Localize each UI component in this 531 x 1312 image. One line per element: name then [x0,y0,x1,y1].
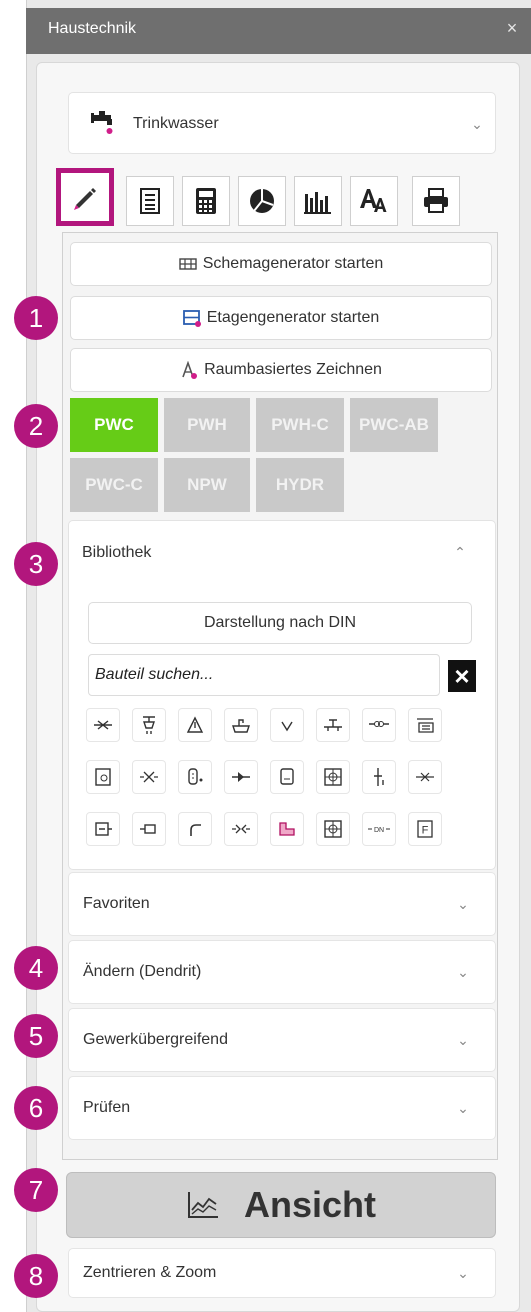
symbol-reducer-icon[interactable] [224,812,258,846]
etagengenerator-label: Etagengenerator starten [206,309,380,326]
pruefen-section[interactable]: Prüfen ⌄ [68,1076,496,1140]
close-button[interactable]: × [502,16,522,40]
callout-2: 2 [14,404,58,448]
svg-text:F: F [422,825,429,837]
symbol-pump-icon[interactable] [86,812,120,846]
etagengenerator-button[interactable]: Etagengenerator starten [70,296,492,340]
symbol-pressure-vessel-icon[interactable] [178,760,212,794]
raumbasiert-button[interactable]: Raumbasiertes Zeichnen [70,348,492,392]
chevron-down-icon: ⌄ [457,1032,469,1048]
tab-chart[interactable] [238,176,286,226]
symbol-separator-icon[interactable] [86,708,120,742]
callout-8: 8 [14,1254,58,1298]
symbol-shower-icon[interactable] [132,708,166,742]
zoom-label: Zentrieren & Zoom [83,1264,217,1281]
gewerk-section[interactable]: Gewerkübergreifend ⌄ [68,1008,496,1072]
aendern-section[interactable]: Ändern (Dendrit) ⌄ [68,940,496,1004]
symbol-plug-icon[interactable] [132,812,166,846]
tab-calculate[interactable] [182,176,230,226]
view-button[interactable]: Ansicht [66,1172,496,1238]
medium-chip-hydr[interactable]: HYDR [256,458,344,512]
callout-6: 6 [14,1086,58,1130]
favoriten-section[interactable]: Favoriten ⌄ [68,872,496,936]
chevron-down-icon: ⌄ [471,116,483,132]
schema-icon [179,258,197,270]
symbol-tap-icon[interactable] [316,708,350,742]
callout-4: 4 [14,946,58,990]
chevron-down-icon: ⌄ [457,896,469,912]
symbol-gate-valve-icon[interactable] [132,760,166,794]
bibliothek-title: Bibliothek [82,544,152,561]
symbol-riser-icon[interactable] [362,760,396,794]
faucet-icon [89,107,119,137]
aendern-label: Ändern (Dendrit) [83,963,202,980]
list-icon [140,188,160,214]
text-style-icon [360,189,387,212]
pencil-icon [74,188,96,210]
calculator-icon [196,188,216,214]
clear-search-button[interactable]: × [448,660,476,692]
window-title: Haustechnik [48,20,137,37]
bibliothek-header[interactable]: Bibliothek ⌃ [68,520,496,584]
medium-chip-pwc-ab[interactable]: PWC-AB [350,398,438,452]
symbol-cabinet-icon[interactable] [270,760,304,794]
symbol-inline-valve-icon[interactable] [408,760,442,794]
symbol-elbow-icon[interactable] [178,812,212,846]
chevron-down-icon: ⌄ [457,964,469,980]
tab-bars[interactable] [294,176,342,226]
system-dropdown-value: Trinkwasser [133,115,219,132]
pruefen-label: Prüfen [83,1099,131,1116]
tab-list[interactable] [126,176,174,226]
symbol-dn-icon[interactable]: DN [362,812,396,846]
pie-chart-icon [250,189,274,213]
callout-5: 5 [14,1014,58,1058]
chart-view-icon [187,1192,218,1218]
tab-print[interactable] [412,176,460,226]
chevron-down-icon: ⌄ [457,1265,469,1281]
chevron-up-icon: ⌃ [454,544,466,560]
callout-1: 1 [14,296,58,340]
symbol-meter-icon[interactable] [362,708,396,742]
raumbasiert-label: Raumbasiertes Zeichnen [204,361,382,378]
tab-text[interactable] [350,176,398,226]
zoom-dropdown[interactable]: Zentrieren & Zoom ⌄ [68,1248,496,1298]
symbol-distributor-icon[interactable] [316,812,350,846]
gewerk-label: Gewerkübergreifend [83,1031,228,1048]
callout-3: 3 [14,542,58,586]
symbol-grid-box-icon[interactable] [316,760,350,794]
favoriten-label: Favoriten [83,895,150,912]
tab-draw[interactable] [56,168,114,226]
schemagenerator-button[interactable]: Schemagenerator starten [70,242,492,286]
schemagenerator-label: Schemagenerator starten [202,255,384,272]
component-search-input[interactable]: Bauteil suchen... [88,654,440,696]
medium-chip-npw[interactable]: NPW [164,458,250,512]
medium-chip-pwh[interactable]: PWH [164,398,250,452]
medium-chip-pwc-c[interactable]: PWC-C [70,458,158,512]
floor-generator-icon [182,310,201,327]
din-representation-button[interactable]: Darstellung nach DIN [88,602,472,644]
symbol-filter-icon[interactable]: F [408,812,442,846]
medium-chip-pwh-c[interactable]: PWH-C [256,398,344,452]
callout-7: 7 [14,1168,58,1212]
symbol-check-v-icon[interactable] [270,708,304,742]
view-button-label: Ansicht [243,1184,376,1225]
bar-chart-icon [304,192,331,214]
chevron-down-icon: ⌄ [457,1100,469,1116]
symbol-triangle-valve-icon[interactable] [178,708,212,742]
svg-text:DN: DN [374,827,384,834]
symbol-check-valve-icon[interactable] [224,760,258,794]
symbol-storage-tank-icon[interactable] [86,760,120,794]
medium-chip-pwc[interactable]: PWC [70,398,158,452]
symbol-cistern-icon[interactable] [270,812,304,846]
symbol-basin-icon[interactable] [224,708,258,742]
printer-icon [424,188,448,213]
symbol-heater-icon[interactable] [408,708,442,742]
system-dropdown[interactable]: Trinkwasser ⌄ [68,92,496,154]
room-drawing-icon [182,361,198,379]
